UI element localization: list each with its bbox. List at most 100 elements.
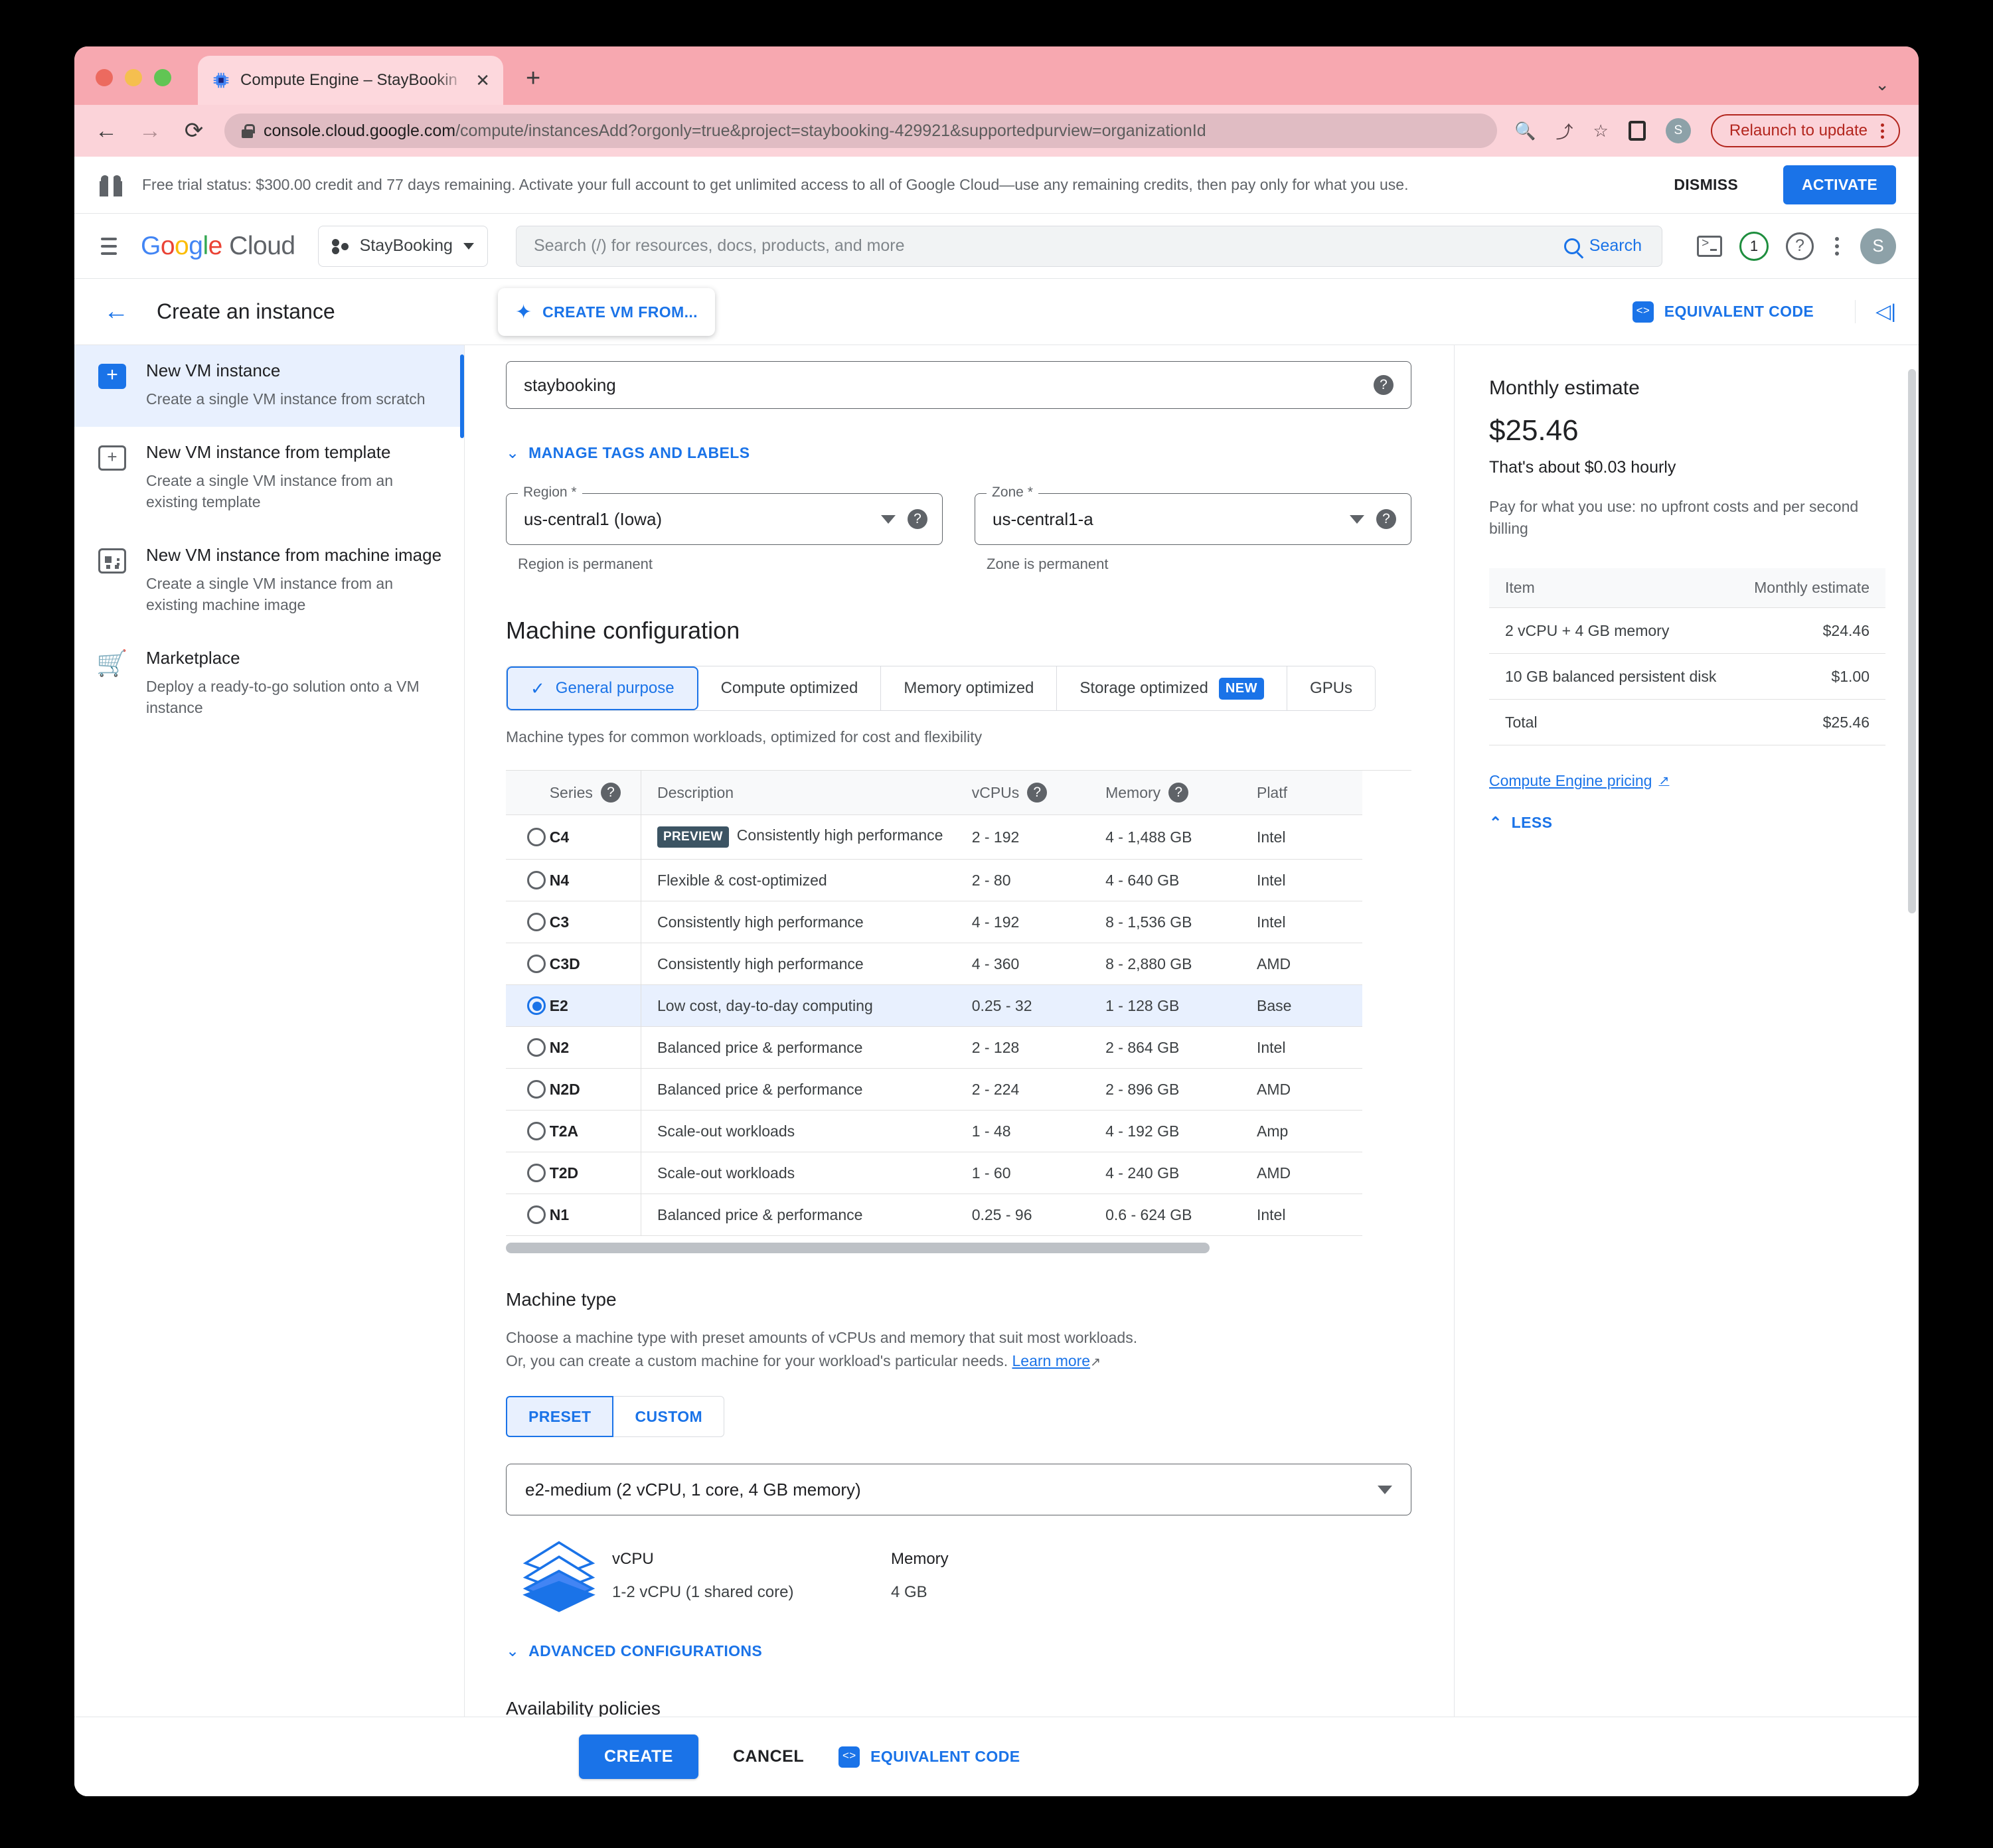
sidebar-item-marketplace[interactable]: 🛒 Marketplace Deploy a ready-to-go solut… xyxy=(74,633,464,735)
arrow-left-icon[interactable]: ← xyxy=(94,297,138,326)
close-window-button[interactable] xyxy=(96,69,113,86)
instance-name-field[interactable]: staybooking ? xyxy=(506,361,1411,409)
series-radio[interactable] xyxy=(527,1164,546,1182)
memory-spec: Memory 4 GB xyxy=(891,1550,1170,1602)
sidebar-item-title: New VM instance from machine image xyxy=(146,545,442,566)
table-row: Total $25.46 xyxy=(1489,699,1885,746)
help-circle-icon[interactable]: ? xyxy=(1027,783,1048,803)
help-circle-icon[interactable]: ? xyxy=(908,509,927,529)
global-search[interactable]: Search xyxy=(515,225,1662,267)
reload-icon[interactable]: ⟳ xyxy=(181,117,207,144)
help-circle-icon[interactable]: ? xyxy=(1376,509,1396,529)
search-button[interactable]: Search xyxy=(1557,226,1662,266)
equivalent-code-button-top[interactable]: <> EQUIVALENT CODE xyxy=(1632,301,1814,323)
browser-profile-avatar[interactable]: S xyxy=(1665,118,1691,143)
col-series: Series? xyxy=(549,771,641,815)
search-icon[interactable]: 🔍 xyxy=(1514,121,1536,141)
tab-storage-optimized[interactable]: Storage optimized NEW xyxy=(1057,666,1288,710)
sidebar-item-new-vm-instance[interactable]: New VM instance Create a single VM insta… xyxy=(74,345,464,427)
arrow-right-icon[interactable]: → xyxy=(137,118,163,144)
series-radio[interactable] xyxy=(527,1122,546,1140)
table-row[interactable]: E2 Low cost, day-to-day computing 0.25 - 3… xyxy=(506,984,1362,1027)
minimize-window-button[interactable] xyxy=(125,69,142,86)
series-radio[interactable] xyxy=(527,1038,546,1057)
close-icon[interactable]: ✕ xyxy=(475,70,490,91)
tab-memory-optimized[interactable]: Memory optimized xyxy=(881,666,1058,710)
chevron-down-icon[interactable]: ⌄ xyxy=(1875,74,1889,95)
table-row[interactable]: C4 PREVIEW Consistently high performance 2 … xyxy=(506,814,1362,860)
series-radio[interactable] xyxy=(527,913,546,931)
table-row[interactable]: N2 Balanced price & performance 2 - 128 2 -… xyxy=(506,1026,1362,1069)
zone-field[interactable]: Zone * us-central1-a ? Zone is permanent xyxy=(975,485,1411,573)
hamburger-menu-icon[interactable] xyxy=(94,231,123,262)
panel-scrollbar[interactable] xyxy=(1908,369,1916,913)
region-field[interactable]: Region * us-central1 (Iowa) ? Region is … xyxy=(506,485,943,573)
table-row[interactable]: N1 Balanced price & performance 0.25 - 96 0… xyxy=(506,1194,1362,1236)
table-row[interactable]: N4 Flexible & cost-optimized 2 - 80 4 - 640… xyxy=(506,859,1362,901)
tab-general-purpose[interactable]: ✓ General purpose xyxy=(507,666,698,710)
chevron-down-icon[interactable] xyxy=(1350,514,1364,524)
series-memory: 2 - 896 GB xyxy=(1105,1068,1257,1111)
relaunch-to-update-button[interactable]: Relaunch to update xyxy=(1710,114,1900,147)
series-radio[interactable] xyxy=(527,828,546,846)
collapse-panel-icon[interactable]: ◁| xyxy=(1855,300,1896,323)
cancel-button[interactable]: CANCEL xyxy=(733,1747,804,1766)
learn-more-link[interactable]: Learn more xyxy=(1012,1352,1090,1369)
create-button[interactable]: CREATE xyxy=(579,1734,698,1779)
tab-compute-optimized[interactable]: Compute optimized xyxy=(698,666,882,710)
compute-engine-pricing-link[interactable]: Compute Engine pricing ↗ xyxy=(1489,772,1669,790)
maximize-window-button[interactable] xyxy=(154,69,171,86)
custom-button[interactable]: CUSTOM xyxy=(613,1396,725,1437)
col-vcpus: vCPUs? xyxy=(971,771,1106,815)
series-radio[interactable] xyxy=(527,1205,546,1224)
table-row[interactable]: C3D Consistently high performance 4 - 360 8… xyxy=(506,943,1362,985)
table-row[interactable]: N2D Balanced price & performance 2 - 224 2 … xyxy=(506,1068,1362,1111)
series-radio[interactable] xyxy=(527,1080,546,1099)
region-zone-row: Region * us-central1 (Iowa) ? Region is … xyxy=(506,485,1411,573)
preset-button[interactable]: PRESET xyxy=(506,1396,614,1437)
sidepanel-icon[interactable] xyxy=(1628,121,1646,141)
table-header-row: Item Monthly estimate xyxy=(1489,568,1885,608)
help-circle-icon[interactable]: ? xyxy=(1374,375,1394,395)
less-toggle[interactable]: ⌃ LESS xyxy=(1489,814,1885,832)
sidebar-item-new-vm-from-template[interactable]: New VM instance from template Create a s… xyxy=(74,427,464,530)
kebab-menu-icon[interactable] xyxy=(1831,233,1843,260)
machine-type-select[interactable]: e2-medium (2 vCPU, 1 core, 4 GB memory) xyxy=(506,1464,1411,1515)
machine-stack-icon xyxy=(506,1539,612,1612)
dismiss-button[interactable]: DISMISS xyxy=(1659,176,1753,194)
terminal-icon[interactable] xyxy=(1697,235,1722,257)
plus-icon[interactable]: + xyxy=(526,64,540,93)
help-circle-icon[interactable]: ? xyxy=(1168,783,1189,803)
arrow-left-icon[interactable]: ← xyxy=(93,118,120,144)
chevron-down-icon[interactable] xyxy=(881,514,896,524)
table-horizontal-scrollbar[interactable] xyxy=(506,1243,1352,1253)
sidebar-item-new-vm-from-machine-image[interactable]: New VM instance from machine image Creat… xyxy=(74,530,464,633)
sidebar-scroll-indicator[interactable] xyxy=(460,354,464,438)
activate-button[interactable]: ACTIVATE xyxy=(1783,165,1896,204)
share-icon[interactable]: ⤴ xyxy=(1556,119,1573,143)
advanced-configurations-toggle[interactable]: ⌄ ADVANCED CONFIGURATIONS xyxy=(506,1642,1411,1661)
external-link-icon: ↗ xyxy=(1658,774,1670,789)
series-radio[interactable] xyxy=(527,871,546,889)
manage-tags-and-labels-toggle[interactable]: ⌄ MANAGE TAGS AND LABELS xyxy=(506,443,1411,463)
equivalent-code-button-bottom[interactable]: <> EQUIVALENT CODE xyxy=(838,1746,1020,1768)
tab-gpus[interactable]: GPUs xyxy=(1287,666,1376,710)
create-vm-from-button[interactable]: ✦ CREATE VM FROM... xyxy=(498,288,715,336)
kebab-menu-icon[interactable] xyxy=(1881,123,1884,139)
google-cloud-logo[interactable]: Google Cloud xyxy=(141,232,295,261)
notifications-badge[interactable]: 1 xyxy=(1739,231,1769,261)
address-bar[interactable]: console.cloud.google.com/compute/instanc… xyxy=(224,114,1498,148)
browser-tab[interactable]: Compute Engine – StayBookin ✕ xyxy=(198,56,503,105)
table-row[interactable]: C3 Consistently high performance 4 - 192 8 … xyxy=(506,901,1362,943)
series-radio[interactable] xyxy=(527,955,546,973)
help-circle-icon[interactable]: ? xyxy=(1786,232,1814,260)
help-circle-icon[interactable]: ? xyxy=(600,783,621,803)
project-selector[interactable]: StayBooking xyxy=(317,225,488,267)
vcpu-spec: vCPU 1-2 vCPU (1 shared core) xyxy=(612,1550,891,1602)
series-radio[interactable] xyxy=(527,996,546,1015)
search-input[interactable] xyxy=(516,236,1557,256)
table-row[interactable]: T2D Scale-out workloads 1 - 60 4 - 240 GB AM… xyxy=(506,1152,1362,1194)
table-row[interactable]: T2A Scale-out workloads 1 - 48 4 - 192 GB Am… xyxy=(506,1110,1362,1152)
avatar[interactable]: S xyxy=(1860,228,1896,264)
bookmark-star-icon[interactable]: ☆ xyxy=(1593,121,1609,141)
